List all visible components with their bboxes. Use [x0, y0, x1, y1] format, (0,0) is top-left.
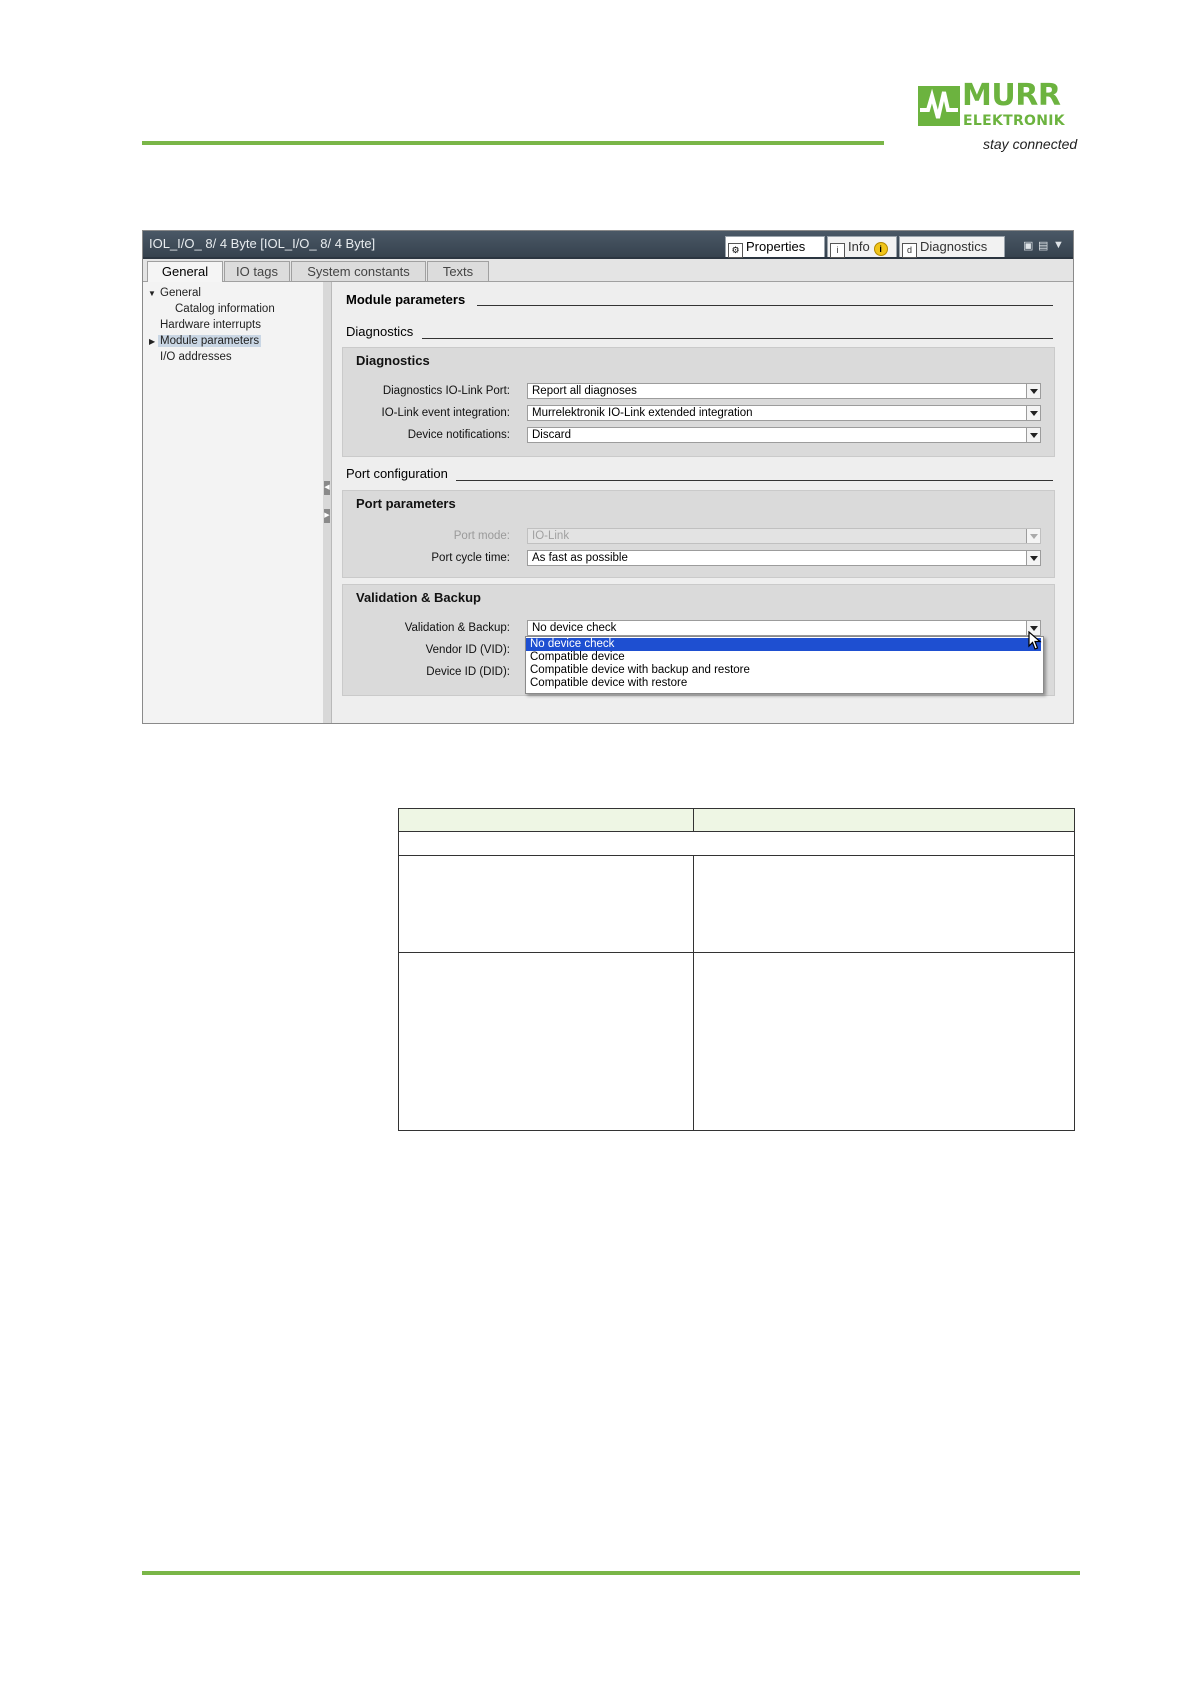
tab-diagnostics[interactable]: d Diagnostics [899, 236, 1005, 258]
window-titlebar: IOL_I/O_ 8/ 4 Byte [IOL_I/O_ 8/ 4 Byte] … [143, 231, 1073, 259]
diagnostics-section-rule [422, 338, 1053, 339]
table-cell [693, 952, 1075, 1131]
chevron-down-icon[interactable] [1026, 406, 1040, 420]
validation-backup-select[interactable]: No device check [527, 620, 1041, 636]
tab-properties-label: Properties [746, 239, 806, 254]
port-mode-label: Port mode: [453, 530, 510, 542]
table-cell [398, 952, 694, 1131]
logo-mark-icon [918, 86, 960, 126]
tab-info-label: Info [848, 239, 870, 254]
port-configuration-section-rule [456, 480, 1053, 481]
port-parameters-group: Port parameters Port mode: IO-Link Port … [342, 490, 1055, 578]
io-link-event-integration-value: Murrelektronik IO-Link extended integrat… [532, 407, 753, 419]
table-header-cell [398, 808, 694, 832]
device-notifications-select[interactable]: Discard [527, 427, 1041, 443]
chevron-down-icon[interactable] [1026, 384, 1040, 398]
collapse-left-icon[interactable]: ◀ [324, 481, 330, 495]
mouse-cursor-icon [1028, 631, 1042, 650]
port-cycle-time-label: Port cycle time: [431, 552, 510, 564]
logo-tagline: stay connected [983, 136, 1078, 152]
window-title: IOL_I/O_ 8/ 4 Byte [IOL_I/O_ 8/ 4 Byte] [149, 236, 376, 251]
sidebar-item-catalog-information[interactable]: Catalog information [175, 303, 275, 315]
vendor-id-label: Vendor ID (VID): [425, 644, 510, 656]
diagnostics-group: Diagnostics Diagnostics IO-Link Port: Re… [342, 347, 1055, 457]
footer-rule [142, 1571, 1080, 1575]
device-id-label: Device ID (DID): [426, 666, 510, 678]
io-link-event-integration-label: IO-Link event integration: [381, 407, 511, 419]
info-icon: i [830, 243, 845, 258]
panel-splitter[interactable] [323, 282, 332, 723]
table-row [398, 831, 1075, 856]
diagnostics-group-title: Diagnostics [356, 353, 430, 368]
dropdown-option-compatible-device-backup-restore[interactable]: Compatible device with backup and restor… [526, 664, 1041, 677]
diagnostics-section-heading: Diagnostics [346, 324, 414, 339]
table-cell [693, 855, 1075, 953]
validation-backup-label: Validation & Backup: [404, 622, 510, 634]
heading-rule [477, 305, 1053, 306]
diagnostics-icon: d [902, 243, 917, 258]
port-mode-value: IO-Link [532, 530, 570, 542]
validation-backup-value: No device check [532, 622, 617, 634]
tab-general[interactable]: General [147, 261, 223, 282]
logo-brand-line1: MURR [962, 78, 1061, 113]
dropdown-option-compatible-device[interactable]: Compatible device [526, 651, 1041, 664]
port-cycle-time-select[interactable]: As fast as possible [527, 550, 1041, 566]
io-link-event-integration-select[interactable]: Murrelektronik IO-Link extended integrat… [527, 405, 1041, 421]
port-configuration-section-heading: Port configuration [346, 466, 448, 481]
info-badge-icon: i [873, 242, 888, 256]
dropdown-option-compatible-device-restore[interactable]: Compatible device with restore [526, 677, 1041, 690]
chevron-down-icon[interactable] [1026, 551, 1040, 565]
device-notifications-label: Device notifications: [407, 429, 510, 441]
table-cell [398, 855, 694, 953]
port-parameters-group-title: Port parameters [356, 496, 456, 511]
murrelektronik-logo: MURR ELEKTRONIK stay connected [918, 80, 1078, 156]
tab-diagnostics-label: Diagnostics [920, 239, 988, 254]
expand-right-icon[interactable]: ▶ [324, 509, 330, 523]
page-title: Module parameters [346, 292, 466, 307]
properties-icon: ⚙ [728, 243, 743, 258]
tab-properties[interactable]: ⚙ Properties [725, 236, 825, 258]
diagnostics-io-link-port-label: Diagnostics IO-Link Port: [382, 385, 510, 397]
tab-texts[interactable]: Texts [427, 261, 489, 281]
table-header-cell [693, 808, 1075, 832]
port-mode-select: IO-Link [527, 528, 1041, 544]
window-float-icon[interactable]: ▤ [1038, 239, 1048, 252]
tab-info[interactable]: i Info i [827, 236, 897, 258]
validation-backup-dropdown-list: No device check Compatible device Compat… [525, 636, 1044, 694]
header-rule [142, 141, 884, 145]
sidebar-item-module-parameters[interactable]: Module parameters [158, 335, 262, 347]
sidebar-item-io-addresses[interactable]: I/O addresses [160, 351, 232, 363]
window-restore-icon[interactable]: ▣ [1023, 239, 1033, 252]
port-cycle-time-value: As fast as possible [532, 552, 628, 564]
sidebar-item-hardware-interrupts[interactable]: Hardware interrupts [160, 319, 261, 331]
subtab-bar: General IO tags System constants Texts [143, 259, 1073, 282]
logo-brand-line2: ELEKTRONIK [963, 113, 1065, 129]
validation-backup-group-title: Validation & Backup [356, 590, 481, 605]
device-notifications-value: Discard [532, 429, 571, 441]
diagnostics-io-link-port-value: Report all diagnoses [532, 385, 637, 397]
tab-system-constants[interactable]: System constants [291, 261, 426, 281]
diagnostics-io-link-port-select[interactable]: Report all diagnoses [527, 383, 1041, 399]
tab-io-tags[interactable]: IO tags [224, 261, 290, 281]
sidebar-item-general[interactable]: General [160, 287, 201, 299]
chevron-down-icon [1026, 529, 1040, 543]
sidebar-nav: ▼ General Catalog information Hardware i… [143, 282, 324, 723]
window-menu-chevron-down-icon[interactable]: ▼ [1053, 239, 1064, 251]
chevron-down-icon[interactable]: ▼ [148, 289, 156, 298]
chevron-right-icon[interactable]: ▶ [149, 337, 155, 346]
dropdown-option-no-device-check[interactable]: No device check [526, 638, 1041, 651]
chevron-down-icon[interactable] [1026, 428, 1040, 442]
